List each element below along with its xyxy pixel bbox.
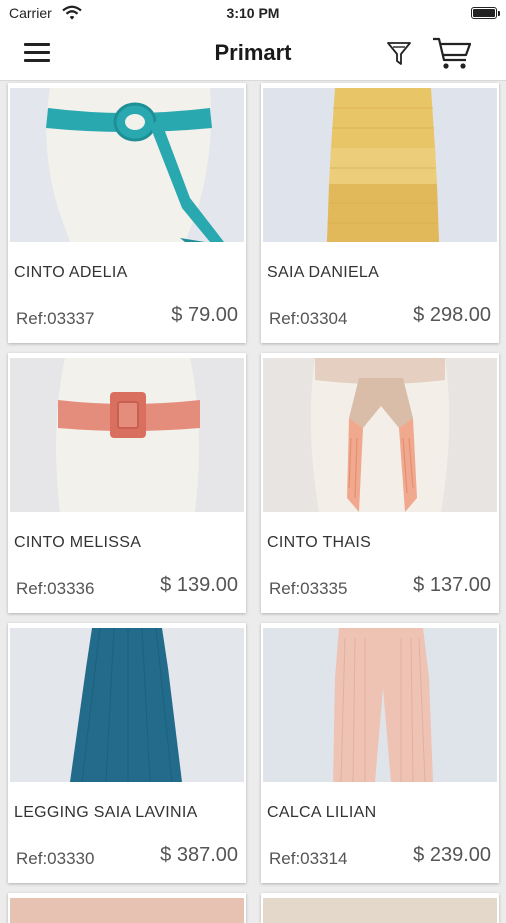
- product-grid: CINTO ADELIA Ref:03337 $ 79.00 SAIA DANI…: [0, 80, 506, 923]
- product-card[interactable]: CINTO MELISSA Ref:03336 $ 139.00: [8, 353, 246, 613]
- product-image: [263, 898, 497, 923]
- product-reference: Ref:03337: [16, 309, 95, 328]
- battery-icon: [471, 7, 497, 19]
- product-card-partial[interactable]: [8, 893, 246, 923]
- product-reference: Ref:03330: [16, 849, 95, 868]
- status-bar: Carrier 3:10 PM: [0, 0, 506, 26]
- product-name: CINTO THAIS: [267, 534, 372, 551]
- product-card[interactable]: CINTO THAIS Ref:03335 $ 137.00: [261, 353, 499, 613]
- product-image: [10, 898, 244, 923]
- product-reference: Ref:03336: [16, 579, 95, 598]
- product-price: $ 387.00: [160, 844, 238, 866]
- product-card[interactable]: CINTO ADELIA Ref:03337 $ 79.00: [8, 83, 246, 343]
- product-card[interactable]: CALCA LILIAN Ref:03314 $ 239.00: [261, 623, 499, 883]
- shopping-cart-icon[interactable]: [430, 34, 474, 72]
- product-price: $ 298.00: [413, 304, 491, 326]
- product-price: $ 137.00: [413, 574, 491, 596]
- product-card[interactable]: LEGGING SAIA LAVINIA Ref:03330 $ 387.00: [8, 623, 246, 883]
- product-name: CINTO ADELIA: [14, 264, 128, 281]
- product-card[interactable]: SAIA DANIELA Ref:03304 $ 298.00: [261, 83, 499, 343]
- product-image: [10, 628, 244, 782]
- product-price: $ 239.00: [413, 844, 491, 866]
- battery-tip: [498, 11, 500, 16]
- product-name: SAIA DANIELA: [267, 264, 380, 281]
- product-image: [263, 88, 497, 242]
- product-reference: Ref:03304: [269, 309, 348, 328]
- product-card-partial[interactable]: [261, 893, 499, 923]
- product-name: LEGGING SAIA LAVINIA: [14, 804, 198, 821]
- product-image: [10, 88, 244, 242]
- product-name: CINTO MELISSA: [14, 534, 142, 551]
- product-image: [263, 628, 497, 782]
- navigation-bar: Primart: [0, 26, 506, 81]
- product-image: [10, 358, 244, 512]
- product-reference: Ref:03335: [269, 579, 348, 598]
- clock: 3:10 PM: [226, 5, 280, 21]
- product-price: $ 139.00: [160, 574, 238, 596]
- filter-funnel-icon[interactable]: [384, 38, 414, 68]
- product-price: $ 79.00: [171, 304, 238, 326]
- product-name: CALCA LILIAN: [267, 804, 377, 821]
- product-reference: Ref:03314: [269, 849, 348, 868]
- product-image: [263, 358, 497, 512]
